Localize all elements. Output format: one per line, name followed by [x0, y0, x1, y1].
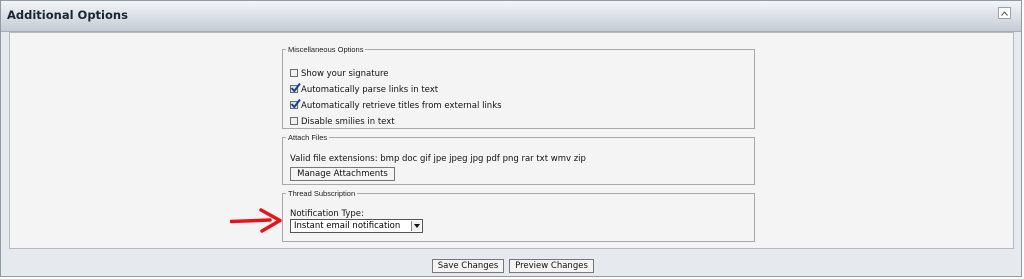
panel-title: Additional Options	[7, 8, 128, 22]
preview-changes-button[interactable]: Preview Changes	[509, 259, 594, 273]
show-signature-checkbox[interactable]	[290, 69, 298, 77]
notification-type-select[interactable]: Instant email notification	[290, 219, 423, 233]
manage-attachments-button[interactable]: Manage Attachments	[290, 167, 395, 181]
retrieve-titles-checkbox[interactable]	[290, 98, 301, 109]
attach-files-legend: Attach Files	[288, 133, 328, 142]
parse-links-option[interactable]: Automatically parse links in text	[290, 82, 439, 95]
chevron-down-icon[interactable]	[411, 221, 421, 231]
notification-type-value: Instant email notification	[294, 221, 401, 231]
parse-links-checkbox[interactable]	[290, 82, 301, 93]
retrieve-titles-option[interactable]: Automatically retrieve titles from exter…	[290, 98, 502, 111]
save-changes-button[interactable]: Save Changes	[432, 259, 504, 273]
show-signature-option[interactable]: Show your signature	[290, 69, 389, 79]
valid-extensions-text: Valid file extensions: bmp doc gif jpe j…	[290, 154, 586, 164]
panel-header: Additional Options	[1, 1, 1021, 32]
disable-smilies-checkbox[interactable]	[290, 117, 298, 125]
miscellaneous-options-fieldset: Miscellaneous Options Show your signatur…	[282, 45, 755, 129]
options-container: Miscellaneous Options Show your signatur…	[9, 32, 1014, 249]
thread-subscription-legend: Thread Subscription	[288, 189, 356, 198]
miscellaneous-options-legend: Miscellaneous Options	[288, 45, 364, 54]
show-signature-label: Show your signature	[301, 69, 389, 79]
thread-subscription-fieldset: Thread Subscription Notification Type: I…	[282, 189, 755, 242]
parse-links-label: Automatically parse links in text	[301, 85, 439, 95]
additional-options-panel: Additional Options Miscellaneous Options…	[0, 0, 1022, 277]
attach-files-fieldset: Attach Files Valid file extensions: bmp …	[282, 133, 755, 185]
collapse-icon[interactable]	[998, 7, 1011, 19]
notification-type-label: Notification Type:	[290, 209, 364, 219]
disable-smilies-option[interactable]: Disable smilies in text	[290, 117, 395, 127]
retrieve-titles-label: Automatically retrieve titles from exter…	[301, 101, 502, 111]
red-arrow-annotation-icon	[230, 208, 282, 233]
disable-smilies-label: Disable smilies in text	[301, 117, 395, 127]
